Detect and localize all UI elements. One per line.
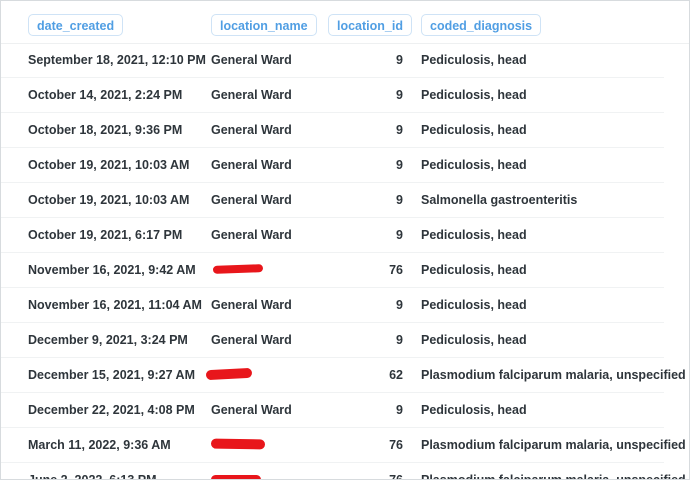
table-row: October 14, 2021, 2:24 PM General Ward 9…: [1, 78, 664, 113]
column-header-location-name[interactable]: location_name: [211, 14, 317, 36]
cell-location-id: 9: [396, 88, 403, 102]
cell-date-created: October 19, 2021, 6:17 PM: [28, 228, 183, 242]
table-body: September 18, 2021, 12:10 PM General War…: [1, 43, 689, 480]
table-row: December 15, 2021, 9:27 AM 62 Plasmodium…: [1, 358, 686, 393]
cell-coded-diagnosis: Plasmodium falciparum malaria, unspecifi…: [421, 438, 686, 452]
cell-location-id: 9: [396, 53, 403, 67]
cell-location-id: 9: [396, 403, 403, 417]
cell-location-name: General Ward: [211, 228, 292, 242]
cell-date-created: October 19, 2021, 10:03 AM: [28, 158, 190, 172]
cell-location-id: 9: [396, 123, 403, 137]
cell-location-name: General Ward: [211, 158, 292, 172]
cell-location-name: General Ward: [211, 88, 292, 102]
table-row: March 11, 2022, 9:36 AM 76 Plasmodium fa…: [1, 428, 686, 463]
cell-date-created: December 22, 2021, 4:08 PM: [28, 403, 195, 417]
cell-location-id: 76: [389, 473, 403, 480]
cell-location-id: 9: [396, 193, 403, 207]
cell-coded-diagnosis: Pediculosis, head: [421, 53, 527, 67]
table-row: November 16, 2021, 9:42 AM 76 Pediculosi…: [1, 253, 664, 288]
cell-coded-diagnosis: Pediculosis, head: [421, 88, 527, 102]
cell-location-name: General Ward: [211, 53, 292, 67]
column-header-coded-diagnosis[interactable]: coded_diagnosis: [421, 14, 542, 36]
cell-coded-diagnosis: Pediculosis, head: [421, 263, 527, 277]
cell-date-created: June 2, 2022, 6:13 PM: [28, 473, 157, 480]
cell-location-id: 9: [396, 333, 403, 347]
cell-location-name: General Ward: [211, 298, 292, 312]
cell-date-created: November 16, 2021, 9:42 AM: [28, 263, 196, 277]
column-header-location-id[interactable]: location_id: [328, 14, 412, 36]
cell-date-created: October 19, 2021, 10:03 AM: [28, 193, 190, 207]
redaction-mark: [205, 367, 253, 381]
cell-location-id: 9: [396, 158, 403, 172]
results-table: date_created location_name location_id c…: [0, 0, 690, 480]
cell-coded-diagnosis: Pediculosis, head: [421, 333, 527, 347]
table-row: October 19, 2021, 6:17 PM General Ward 9…: [1, 218, 664, 253]
redaction-mark: [210, 438, 266, 450]
cell-location-id: 62: [389, 368, 403, 382]
cell-date-created: December 15, 2021, 9:27 AM: [28, 368, 195, 382]
column-header-date-created[interactable]: date_created: [28, 14, 124, 36]
table-row: October 19, 2021, 10:03 AM General Ward …: [1, 183, 664, 218]
cell-coded-diagnosis: Plasmodium falciparum malaria, unspecifi…: [421, 473, 686, 480]
cell-location-id: 9: [396, 298, 403, 312]
table-row: June 2, 2022, 6:13 PM 76 Plasmodium falc…: [1, 463, 686, 480]
cell-location-name: General Ward: [211, 123, 292, 137]
table-row: October 18, 2021, 9:36 PM General Ward 9…: [1, 113, 664, 148]
redaction-mark: [211, 475, 261, 479]
table-row: November 16, 2021, 11:04 AM General Ward…: [1, 288, 664, 323]
cell-coded-diagnosis: Pediculosis, head: [421, 403, 527, 417]
cell-coded-diagnosis: Pediculosis, head: [421, 298, 527, 312]
cell-date-created: September 18, 2021, 12:10 PM: [28, 53, 206, 67]
table-header: date_created location_name location_id c…: [1, 1, 689, 44]
cell-location-name: General Ward: [211, 193, 292, 207]
cell-date-created: March 11, 2022, 9:36 AM: [28, 438, 171, 452]
table-row: September 18, 2021, 12:10 PM General War…: [1, 43, 664, 78]
cell-location-name: General Ward: [211, 333, 292, 347]
cell-coded-diagnosis: Pediculosis, head: [421, 228, 527, 242]
cell-date-created: November 16, 2021, 11:04 AM: [28, 298, 202, 312]
cell-date-created: December 9, 2021, 3:24 PM: [28, 333, 188, 347]
table-row: December 22, 2021, 4:08 PM General Ward …: [1, 393, 664, 428]
table-row: October 19, 2021, 10:03 AM General Ward …: [1, 148, 664, 183]
cell-date-created: October 14, 2021, 2:24 PM: [28, 88, 183, 102]
table-row: December 9, 2021, 3:24 PM General Ward 9…: [1, 323, 664, 358]
redaction-mark: [212, 264, 264, 274]
cell-coded-diagnosis: Pediculosis, head: [421, 158, 527, 172]
cell-location-id: 76: [389, 263, 403, 277]
cell-date-created: October 18, 2021, 9:36 PM: [28, 123, 183, 137]
cell-coded-diagnosis: Pediculosis, head: [421, 123, 527, 137]
cell-location-id: 9: [396, 228, 403, 242]
cell-coded-diagnosis: Salmonella gastroenteritis: [421, 193, 578, 207]
cell-coded-diagnosis: Plasmodium falciparum malaria, unspecifi…: [421, 368, 686, 382]
cell-location-id: 76: [389, 438, 403, 452]
cell-location-name: General Ward: [211, 403, 292, 417]
